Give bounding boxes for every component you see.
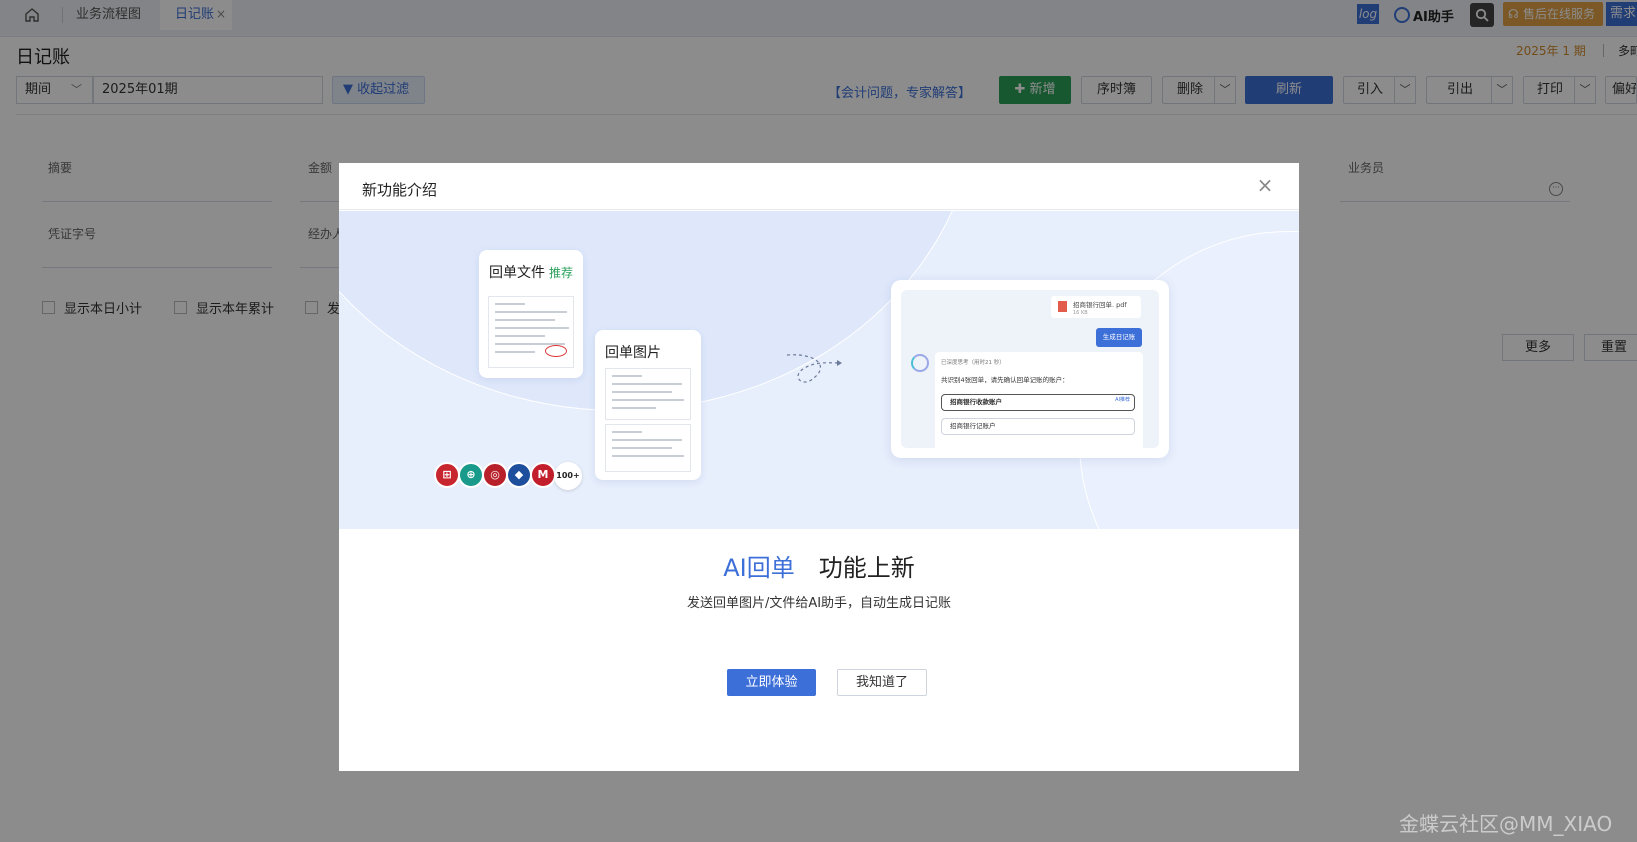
watermark: 金蝶云社区@MM_XIAO — [1399, 812, 1613, 836]
ai-avatar-icon — [911, 354, 929, 372]
reply-text: 共识别4张回单，请先确认回单记账的账户： — [941, 376, 1069, 384]
ccb-logo-icon: ◆ — [506, 462, 532, 488]
feature-description: 发送回单图片/文件给AI助手，自动生成日记账 — [686, 596, 952, 611]
dashed-arrow-icon — [786, 354, 842, 383]
bank-logo-row: ⊞ ⊕ ◎ ◆ M 100+ — [434, 462, 582, 490]
receipt-image-card: 回单图片 — [595, 330, 701, 480]
close-icon[interactable]: × — [1253, 173, 1277, 197]
cmb-logo-icon: M — [530, 462, 556, 488]
feature-headline: AI回单 功能上新 — [723, 554, 915, 582]
receipt-file-card: 回单文件 推荐 — [479, 250, 583, 378]
new-feature-dialog: 新功能介绍 × 回单文件 推荐 回单图片 ⊞ ⊕ ◎ ◆ M 100+ 招商银行… — [339, 163, 1299, 771]
account-option: 招商银行记账户 — [941, 418, 1135, 435]
try-now-button[interactable]: 立即体验 — [727, 669, 816, 696]
feature-illustration: 回单文件 推荐 回单图片 ⊞ ⊕ ◎ ◆ M 100+ 招商银行回单. pdf … — [339, 211, 1299, 529]
pdf-icon — [1058, 301, 1067, 312]
ai-recommend-tag: AI推荐 — [1115, 397, 1130, 403]
stamp-icon — [545, 345, 567, 357]
receipt-image-title: 回单图片 — [605, 345, 661, 361]
dialog-title: 新功能介绍 — [362, 181, 438, 199]
receipt-document-thumbnail — [488, 296, 574, 368]
receipt-image-thumbnail — [605, 424, 691, 472]
recommend-tag: 推荐 — [549, 266, 574, 280]
uploaded-file-bubble: 招商银行回单. pdf 16 KB — [1051, 296, 1141, 318]
more-banks-badge: 100+ — [554, 462, 582, 490]
receipt-file-title: 回单文件 — [489, 265, 545, 281]
account-option-selected: 招商银行收款账户 AI推荐 — [941, 394, 1135, 411]
ai-reply-card: 已深度思考（用时21 秒） 共识别4张回单，请先确认回单记账的账户： 招商银行收… — [935, 352, 1143, 448]
dialog-header: 新功能介绍 × — [339, 163, 1299, 210]
boc-logo-icon: ◎ — [482, 462, 508, 488]
ai-chat-preview: 招商银行回单. pdf 16 KB 生成日记账 已深度思考（用时21 秒） 共识… — [891, 280, 1169, 458]
receipt-image-thumbnail — [605, 368, 691, 420]
generate-journal-button: 生成日记账 — [1096, 328, 1142, 347]
abc-logo-icon: ⊕ — [458, 462, 484, 488]
got-it-button[interactable]: 我知道了 — [837, 669, 927, 696]
icbc-logo-icon: ⊞ — [434, 462, 460, 488]
reply-header: 已深度思考（用时21 秒） — [941, 360, 1005, 366]
